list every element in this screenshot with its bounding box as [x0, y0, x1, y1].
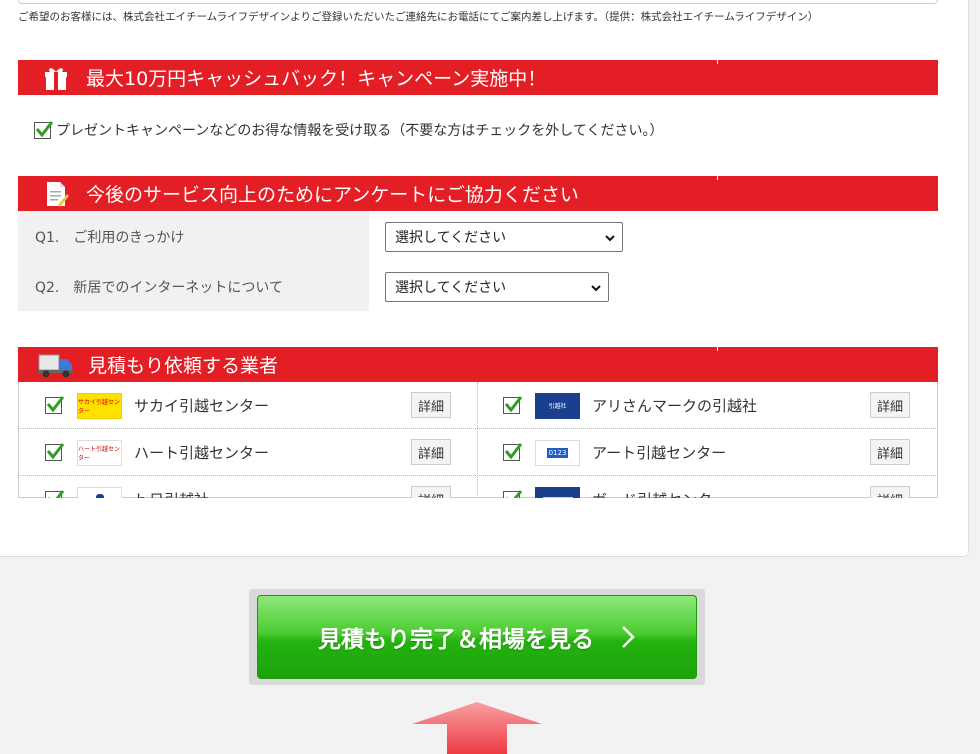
mover-detail-button[interactable]: 詳細	[870, 439, 910, 465]
truck-icon	[38, 350, 74, 380]
mover-name: ハート引越センター	[134, 444, 270, 462]
campaign-consent[interactable]: プレゼントキャンペーンなどのお得な情報を受け取る（不要な方はチェックを外してくだ…	[34, 120, 663, 140]
mover-checkbox[interactable]	[503, 443, 523, 461]
question-2-select[interactable]: 選択してください	[385, 272, 609, 302]
mover-name: サカイ引越センター	[134, 397, 270, 415]
campaign-title: 最大10万円キャッシュバック！キャンペーン実施中！	[86, 68, 547, 90]
mover-checkbox[interactable]	[503, 396, 523, 414]
mover-name: アート引越センター	[592, 444, 727, 462]
mover-detail-button[interactable]: 詳細	[870, 486, 910, 498]
contact-notice: ご希望のお客様には、株式会社エイチームライフデザインよりご登録いただいたご連絡先…	[18, 11, 819, 23]
mover-detail-button[interactable]: 詳細	[411, 439, 451, 465]
mover-item[interactable]: 0123 アート引越センター	[503, 429, 726, 476]
mover-item[interactable]: サカイ引越センター サカイ引越センター	[45, 382, 269, 429]
campaign-checkbox-label: プレゼントキャンペーンなどのお得な情報を受け取る（不要な方はチェックを外してくだ…	[56, 123, 664, 139]
mover-name: ｈ日引越社	[134, 489, 209, 498]
question-1-select[interactable]: 選択してください	[385, 222, 623, 252]
mover-row: ｈ日引越社 詳細 ガード引越センター 詳細	[18, 476, 938, 498]
mover-item[interactable]: ｈ日引越社	[45, 476, 209, 498]
survey-section: Q1. ご利用のきっかけ 選択してください Q2. 新居でのインターネットについ…	[18, 211, 938, 311]
movers-title: 見積もり依頼する業者	[88, 355, 279, 377]
mover-logo	[77, 486, 122, 498]
mover-logo: 0123	[535, 439, 580, 466]
mover-row: ハート引越センター ハート引越センター 詳細 0123 アート引越センター 詳細	[18, 429, 938, 476]
submit-button-frame: 見積もり完了＆相場を見る	[249, 589, 705, 685]
chevron-down-icon	[605, 235, 615, 242]
survey-title: 今後のサービス向上のためにアンケートにご協力ください	[86, 184, 579, 206]
form-panel: ご希望のお客様には、株式会社エイチームライフデザインよりご登録いただいたご連絡先…	[0, 0, 969, 557]
mover-item[interactable]: 引越社 アリさんマークの引越社	[503, 382, 757, 429]
movers-banner: 見積もり依頼する業者	[18, 347, 938, 382]
submit-estimate-button[interactable]: 見積もり完了＆相場を見る	[257, 595, 697, 679]
mover-logo: 引越社	[535, 392, 580, 419]
input-bottom-edge	[18, 0, 938, 4]
mover-row: サカイ引越センター サカイ引越センター 詳細 引越社 アリさんマークの引越社 詳…	[18, 382, 938, 429]
mover-checkbox[interactable]	[503, 490, 523, 498]
mover-detail-button[interactable]: 詳細	[411, 392, 451, 418]
mover-name: アリさんマークの引越社	[592, 397, 758, 415]
mover-checkbox[interactable]	[45, 396, 65, 414]
question-1-label: Q1. ご利用のきっかけ	[35, 230, 185, 246]
mover-item[interactable]: ガード引越センター	[503, 476, 727, 498]
mover-name: ガード引越センター	[592, 489, 727, 498]
submit-button-label: 見積もり完了＆相場を見る	[318, 627, 594, 653]
mover-checkbox[interactable]	[45, 443, 65, 461]
mover-item[interactable]: ハート引越センター ハート引越センター	[45, 429, 269, 476]
mover-checkbox[interactable]	[45, 490, 65, 498]
mover-detail-button[interactable]: 詳細	[870, 392, 910, 418]
movers-list[interactable]: サカイ引越センター サカイ引越センター 詳細 引越社 アリさんマークの引越社 詳…	[18, 382, 938, 498]
campaign-banner: 最大10万円キャッシュバック！キャンペーン実施中！	[18, 60, 938, 95]
mover-logo: ハート引越センター	[77, 439, 122, 466]
up-arrow-icon	[412, 702, 542, 754]
survey-banner: 今後のサービス向上のためにアンケートにご協力ください	[18, 176, 938, 211]
campaign-checkbox[interactable]	[34, 120, 54, 139]
mover-detail-button[interactable]: 詳細	[411, 486, 451, 498]
gift-icon	[40, 63, 72, 93]
mover-logo	[535, 486, 580, 498]
question-2-label: Q2. 新居でのインターネットについて	[35, 280, 283, 296]
chevron-down-icon	[591, 285, 601, 292]
chevron-right-icon	[622, 626, 635, 648]
mover-logo: サカイ引越センター	[77, 392, 122, 419]
memo-icon	[40, 179, 72, 209]
